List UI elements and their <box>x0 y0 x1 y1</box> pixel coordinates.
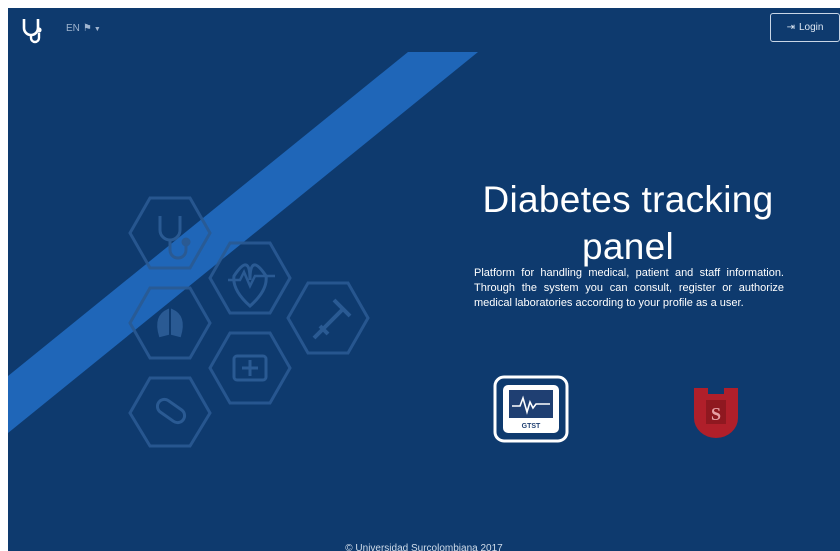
stethoscope-logo-icon[interactable] <box>20 16 46 44</box>
flag-icon: ⚑ <box>82 23 92 34</box>
login-button[interactable]: ⇥ Login <box>770 13 840 42</box>
university-letter: S <box>711 404 721 424</box>
language-label: EN <box>66 23 80 34</box>
gtst-label: GTST <box>522 423 541 430</box>
hex-lungs <box>128 286 212 360</box>
login-label: Login <box>798 22 824 33</box>
university-logo: S <box>694 388 738 438</box>
stethoscope-icon <box>158 216 188 260</box>
title-line-1: Diabetes tracking <box>482 179 774 220</box>
page-title: Diabetes tracking panel <box>448 176 808 270</box>
navbar: EN ⚑ ▼ ⇥ Login <box>8 8 840 52</box>
pill-icon <box>155 397 187 425</box>
hex-pill <box>128 376 212 448</box>
footer-copyright: © Universidad Surcolombiana 2017 <box>345 543 503 551</box>
gtst-logo: GTST <box>493 375 569 443</box>
caret-down-icon: ▼ <box>93 26 101 33</box>
syringe-icon <box>312 298 352 340</box>
medical-hex-illustration <box>128 196 370 448</box>
platform-description: Platform for handling medical, patient a… <box>474 267 784 309</box>
hex-stethoscope <box>128 196 212 270</box>
login-icon: ⇥ <box>786 22 795 33</box>
hex-syringe <box>286 281 370 355</box>
language-dropdown[interactable]: EN ⚑ ▼ <box>66 23 101 34</box>
title-line-2: panel <box>581 226 675 267</box>
lungs-icon <box>157 308 183 338</box>
landing-page: EN ⚑ ▼ ⇥ Login Diabetes tracking panel Pla… <box>8 8 840 551</box>
